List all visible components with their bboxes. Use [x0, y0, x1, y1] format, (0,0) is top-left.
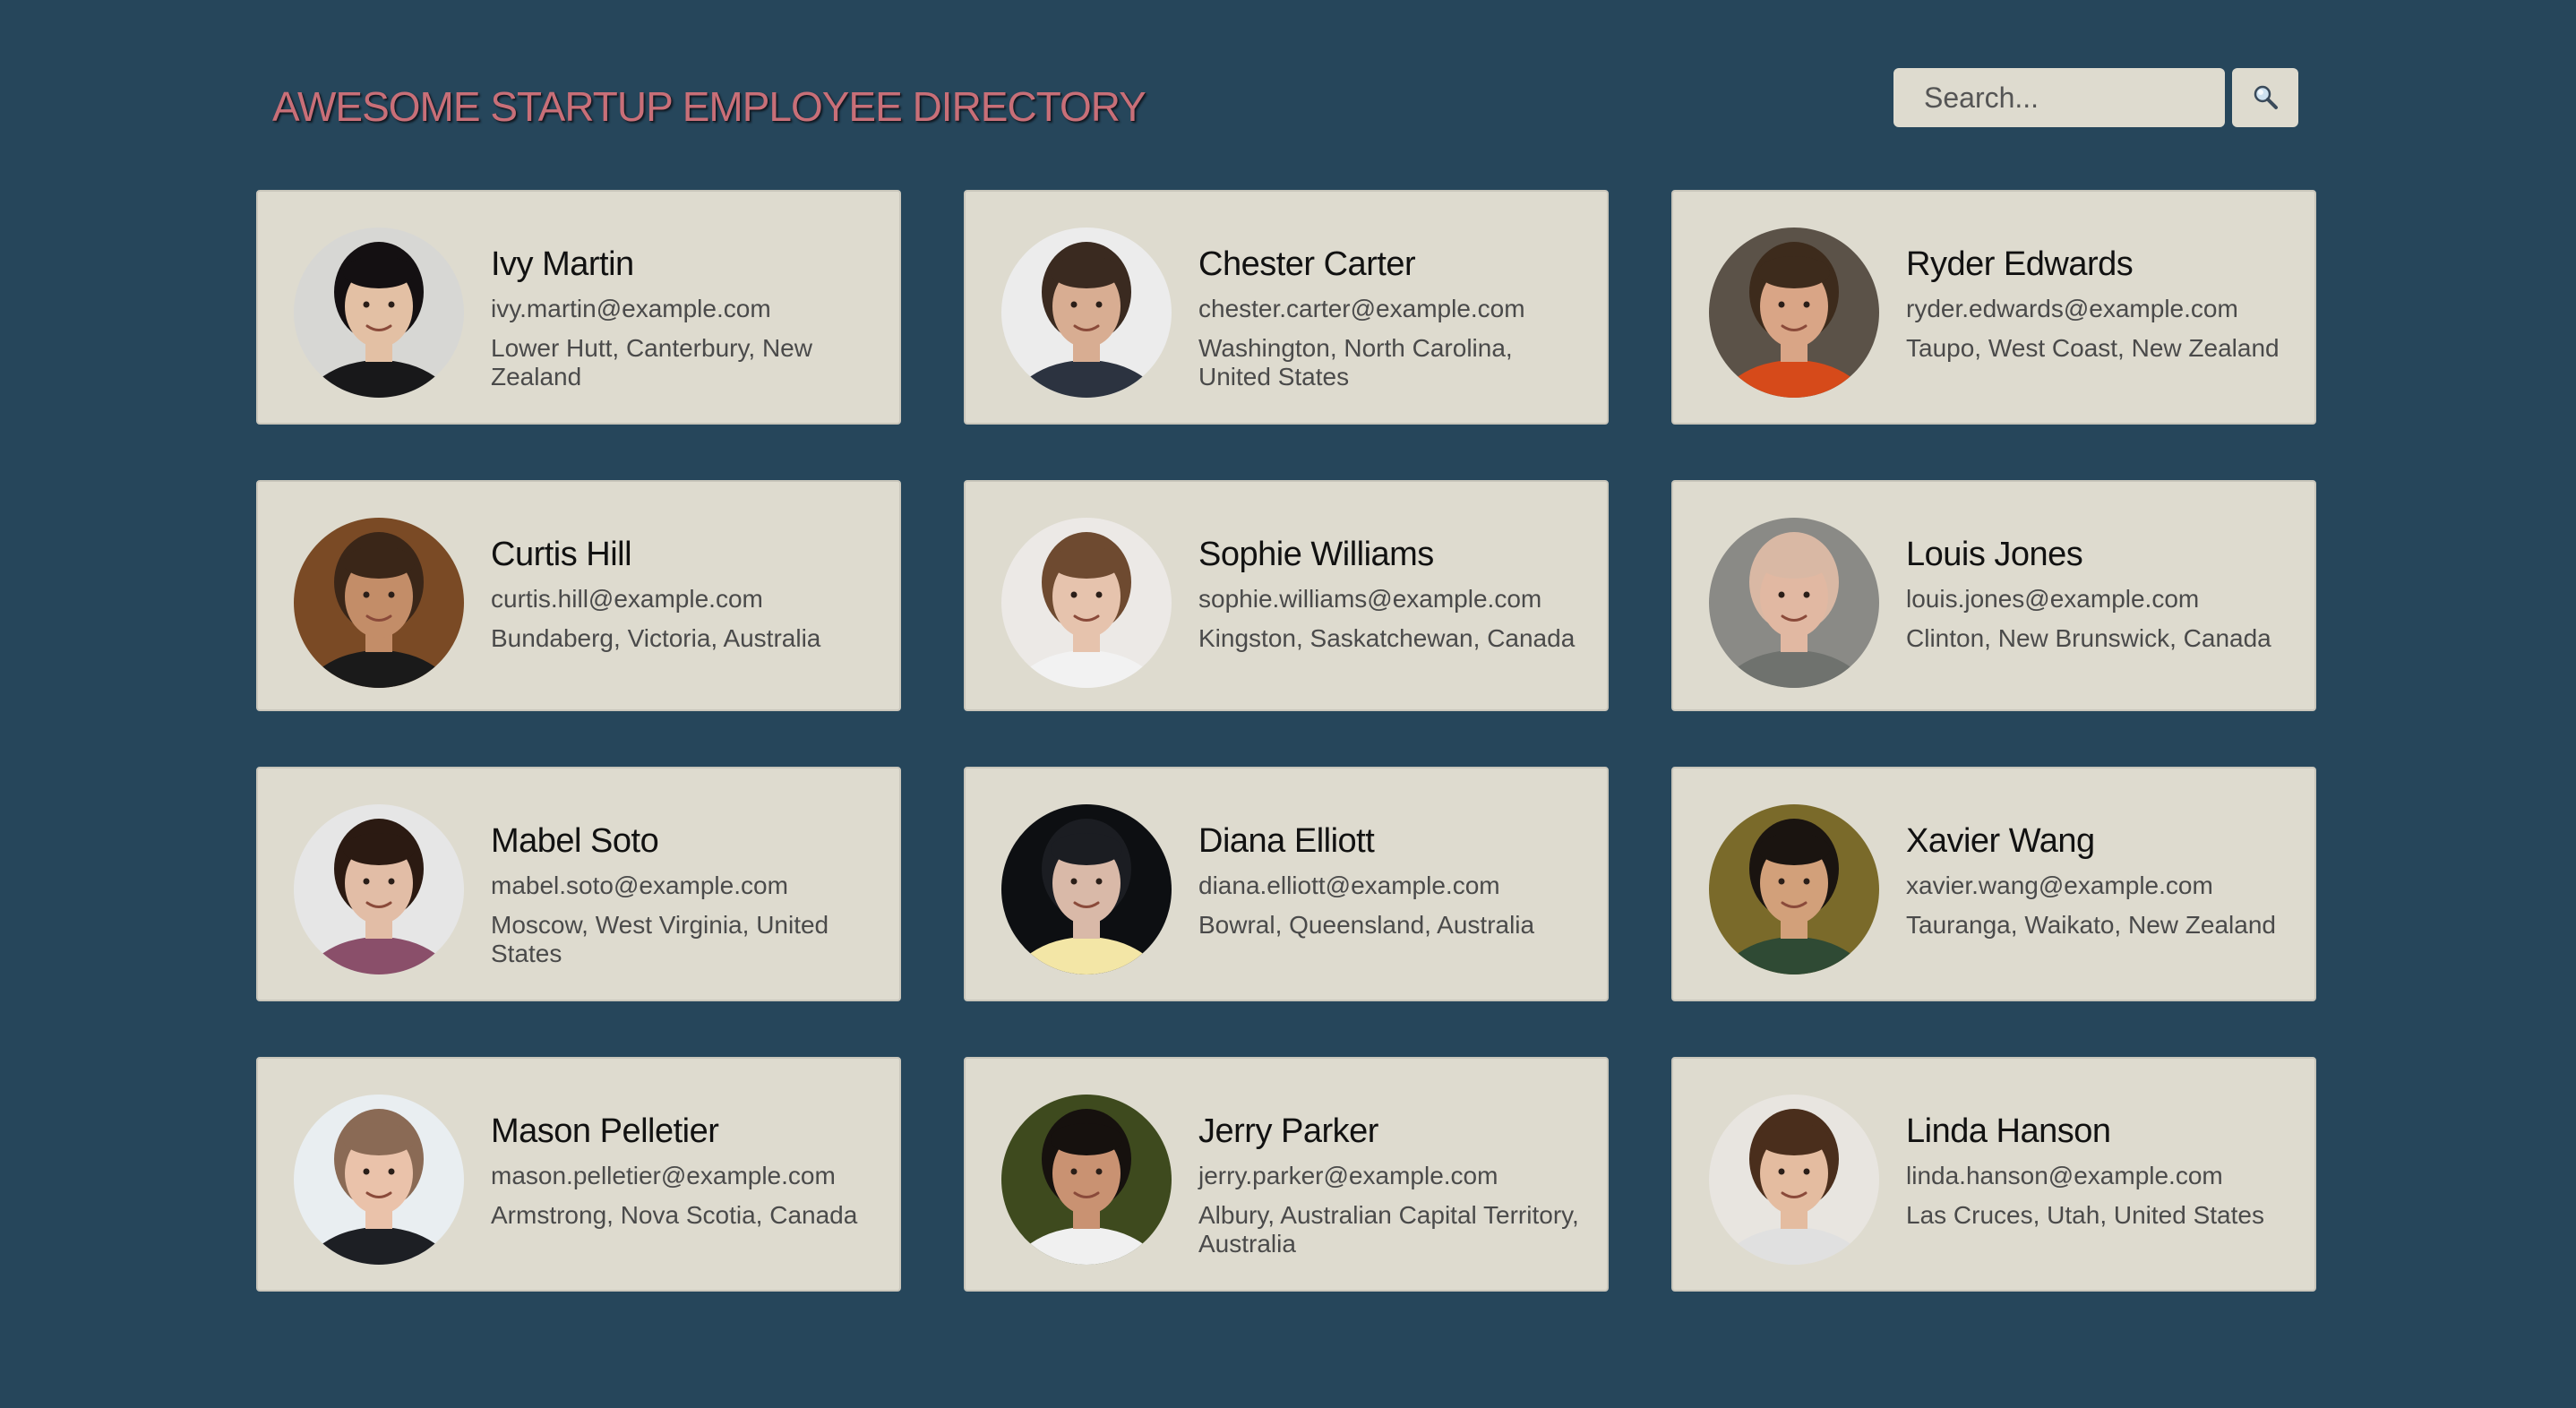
employee-email: ryder.edwards@example.com: [1906, 295, 2238, 322]
employee-info: Xavier Wang xavier.wang@example.com Tauran…: [1906, 804, 2288, 940]
employee-email: louis.jones@example.com: [1906, 585, 2200, 613]
employee-card[interactable]: Ivy Martin ivy.martin@example.com Lower Hu…: [256, 190, 901, 425]
employee-email: curtis.hill@example.com: [491, 585, 763, 613]
employee-avatar: [294, 804, 464, 974]
employee-avatar: [1001, 1095, 1172, 1265]
employee-email: mason.pelletier@example.com: [491, 1162, 836, 1189]
employee-info: Linda Hanson linda.hanson@example.com Las …: [1906, 1095, 2288, 1230]
employee-avatar: [1001, 518, 1172, 688]
employee-name: Ivy Martin: [491, 245, 634, 283]
employee-info: Mason Pelletier mason.pelletier@example.c…: [491, 1095, 872, 1230]
search-button[interactable]: [2232, 68, 2298, 127]
page: AWESOME STARTUP EMPLOYEE DIRECTORY Ivy M…: [0, 0, 2576, 1408]
employee-info: Louis Jones louis.jones@example.com Clinto…: [1906, 518, 2288, 653]
employee-name: Linda Hanson: [1906, 1112, 2111, 1150]
employee-email: jerry.parker@example.com: [1198, 1162, 1498, 1189]
employee-email: mabel.soto@example.com: [491, 871, 788, 899]
employee-name: Louis Jones: [1906, 536, 2083, 573]
employee-name: Jerry Parker: [1198, 1112, 1378, 1150]
employee-info: Ivy Martin ivy.martin@example.com Lower Hu…: [491, 228, 872, 391]
employee-grid: Ivy Martin ivy.martin@example.com Lower Hu…: [256, 190, 2316, 1292]
employee-info: Jerry Parker jerry.parker@example.com Albu…: [1198, 1095, 1580, 1258]
employee-location: Armstrong, Nova Scotia, Canada: [491, 1201, 858, 1229]
employee-info: Diana Elliott diana.elliott@example.com Bo…: [1198, 804, 1580, 940]
employee-avatar: [1001, 804, 1172, 974]
employee-location: Bowral, Queensland, Australia: [1198, 911, 1535, 939]
employee-card[interactable]: Xavier Wang xavier.wang@example.com Tauran…: [1671, 767, 2316, 1001]
employee-location: Bundaberg, Victoria, Australia: [491, 624, 821, 652]
employee-card[interactable]: Diana Elliott diana.elliott@example.com Bo…: [964, 767, 1609, 1001]
employee-avatar: [1709, 804, 1879, 974]
employee-email: xavier.wang@example.com: [1906, 871, 2213, 899]
employee-avatar: [294, 518, 464, 688]
employee-card[interactable]: Louis Jones louis.jones@example.com Clinto…: [1671, 480, 2316, 711]
employee-avatar: [1709, 1095, 1879, 1265]
employee-email: diana.elliott@example.com: [1198, 871, 1500, 899]
employee-info: Chester Carter chester.carter@example.com…: [1198, 228, 1580, 391]
employee-name: Curtis Hill: [491, 536, 632, 573]
employee-info: Curtis Hill curtis.hill@example.com Bundab…: [491, 518, 872, 653]
employee-card[interactable]: Mabel Soto mabel.soto@example.com Moscow, …: [256, 767, 901, 1001]
search-input[interactable]: [1893, 68, 2225, 127]
employee-name: Mabel Soto: [491, 822, 659, 860]
employee-location: Kingston, Saskatchewan, Canada: [1198, 624, 1576, 652]
employee-name: Sophie Williams: [1198, 536, 1434, 573]
page-title: AWESOME STARTUP EMPLOYEE DIRECTORY: [272, 83, 1146, 130]
employee-email: ivy.martin@example.com: [491, 295, 771, 322]
employee-card[interactable]: Linda Hanson linda.hanson@example.com Las …: [1671, 1057, 2316, 1292]
employee-name: Diana Elliott: [1198, 822, 1375, 860]
employee-name: Ryder Edwards: [1906, 245, 2134, 283]
employee-email: linda.hanson@example.com: [1906, 1162, 2223, 1189]
employee-location: Albury, Australian Capital Territory, Au…: [1198, 1201, 1579, 1258]
employee-info: Ryder Edwards ryder.edwards@example.com Ta…: [1906, 228, 2288, 363]
employee-email: chester.carter@example.com: [1198, 295, 1525, 322]
search-form: [1893, 68, 2298, 127]
employee-avatar: [1709, 518, 1879, 688]
employee-card[interactable]: Mason Pelletier mason.pelletier@example.c…: [256, 1057, 901, 1292]
employee-name: Xavier Wang: [1906, 822, 2095, 860]
employee-info: Mabel Soto mabel.soto@example.com Moscow, …: [491, 804, 872, 968]
employee-location: Las Cruces, Utah, United States: [1906, 1201, 2264, 1229]
employee-card[interactable]: Sophie Williams sophie.williams@example.c…: [964, 480, 1609, 711]
employee-location: Washington, North Carolina, United State…: [1198, 334, 1513, 391]
employee-avatar: [1001, 228, 1172, 398]
employee-card[interactable]: Ryder Edwards ryder.edwards@example.com Ta…: [1671, 190, 2316, 425]
employee-location: Lower Hutt, Canterbury, New Zealand: [491, 334, 812, 391]
employee-location: Clinton, New Brunswick, Canada: [1906, 624, 2271, 652]
magnifier-icon: [2252, 83, 2279, 113]
employee-location: Taupo, West Coast, New Zealand: [1906, 334, 2280, 362]
employee-name: Mason Pelletier: [491, 1112, 719, 1150]
employee-card[interactable]: Curtis Hill curtis.hill@example.com Bundab…: [256, 480, 901, 711]
employee-card[interactable]: Jerry Parker jerry.parker@example.com Albu…: [964, 1057, 1609, 1292]
employee-avatar: [294, 1095, 464, 1265]
employee-name: Chester Carter: [1198, 245, 1416, 283]
employee-info: Sophie Williams sophie.williams@example.c…: [1198, 518, 1580, 653]
employee-avatar: [294, 228, 464, 398]
employee-avatar: [1709, 228, 1879, 398]
employee-location: Moscow, West Virginia, United States: [491, 911, 829, 967]
employee-card[interactable]: Chester Carter chester.carter@example.com…: [964, 190, 1609, 425]
employee-location: Tauranga, Waikato, New Zealand: [1906, 911, 2276, 939]
employee-email: sophie.williams@example.com: [1198, 585, 1542, 613]
